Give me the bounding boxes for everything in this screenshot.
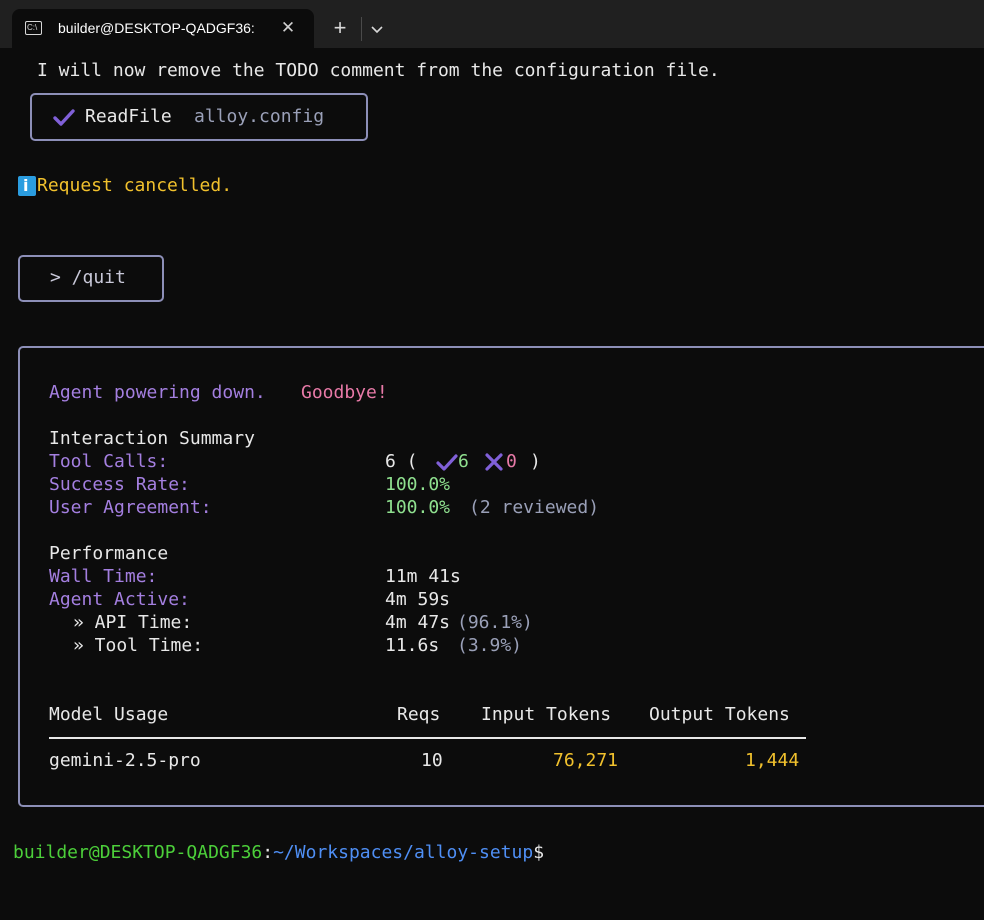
close-tab-icon[interactable]: ✕ [278, 18, 298, 38]
api-time-label: » API Time: [73, 612, 193, 633]
title-bar: C:\ builder@DESKTOP-QADGF36: ✕ + [0, 0, 984, 48]
agent-active-label: Agent Active: [49, 589, 190, 610]
checkmark-icon [53, 109, 75, 126]
tool-time-value: 11.6s [385, 635, 440, 656]
usage-output-tokens: 1,444 [745, 750, 800, 771]
prompt-path: ~/Workspaces/alloy-setup [273, 842, 534, 863]
chevron-down-icon[interactable] [368, 19, 386, 39]
quit-command: > /quit [50, 267, 126, 288]
tool-calls-label: Tool Calls: [49, 451, 169, 472]
tool-time-label: » Tool Time: [73, 635, 204, 656]
usage-header-input: Input Tokens [481, 704, 612, 725]
usage-reqs: 10 [421, 750, 443, 771]
prompt-separator: : [262, 842, 274, 863]
shell-prompt[interactable]: builder@DESKTOP-QADGF36:~/Workspaces/all… [13, 842, 544, 864]
tool-call-box: ReadFile alloy.config [30, 93, 368, 141]
usage-input-tokens: 76,271 [553, 750, 619, 771]
tool-arg: alloy.config [194, 106, 325, 127]
usage-header-reqs: Reqs [397, 704, 441, 725]
goodbye-text: Goodbye! [301, 382, 388, 403]
tool-calls-close: ) [530, 451, 541, 472]
user-agreement-note: (2 reviewed) [469, 497, 600, 518]
agent-message: I will now remove the TODO comment from … [37, 60, 720, 81]
tool-calls-fail: 0 [506, 451, 517, 472]
info-icon: i [18, 176, 36, 196]
wall-time-label: Wall Time: [49, 566, 158, 587]
usage-header-output: Output Tokens [649, 704, 790, 725]
success-rate-label: Success Rate: [49, 474, 190, 495]
failure-x-icon [485, 453, 503, 471]
tool-time-percent: (3.9%) [457, 635, 523, 656]
usage-table-divider [49, 737, 806, 739]
tool-name: ReadFile [85, 106, 172, 127]
terminal-icon-text: C:\ [27, 23, 38, 32]
new-tab-button[interactable]: + [328, 17, 352, 41]
success-check-icon [436, 454, 458, 471]
interaction-summary-heading: Interaction Summary [49, 428, 255, 449]
api-time-value: 4m 47s [385, 612, 451, 633]
agent-active-value: 4m 59s [385, 589, 451, 610]
tool-calls-total: 6 ( [385, 451, 418, 472]
session-summary-panel: Agent powering down. Goodbye! Interactio… [18, 346, 984, 807]
command-box: > /quit [18, 255, 164, 302]
usage-header-model: Model Usage [49, 704, 169, 725]
terminal-icon: C:\ [25, 21, 42, 35]
farewell-text: Agent powering down. [49, 382, 266, 403]
tab-title: builder@DESKTOP-QADGF36: [58, 20, 255, 36]
success-rate-value: 100.0% [385, 474, 451, 495]
user-agreement-value: 100.0% [385, 497, 451, 518]
titlebar-divider [361, 17, 362, 41]
api-time-percent: (96.1%) [457, 612, 533, 633]
info-message: Request cancelled. [37, 175, 233, 196]
terminal-tab[interactable]: C:\ builder@DESKTOP-QADGF36: ✕ [12, 9, 314, 48]
prompt-user-host: builder@DESKTOP-QADGF36 [13, 842, 263, 863]
tool-calls-success: 6 [458, 451, 469, 472]
performance-heading: Performance [49, 543, 169, 564]
wall-time-value: 11m 41s [385, 566, 461, 587]
prompt-symbol: $ [533, 842, 545, 863]
user-agreement-label: User Agreement: [49, 497, 212, 518]
usage-model-name: gemini-2.5-pro [49, 750, 201, 771]
